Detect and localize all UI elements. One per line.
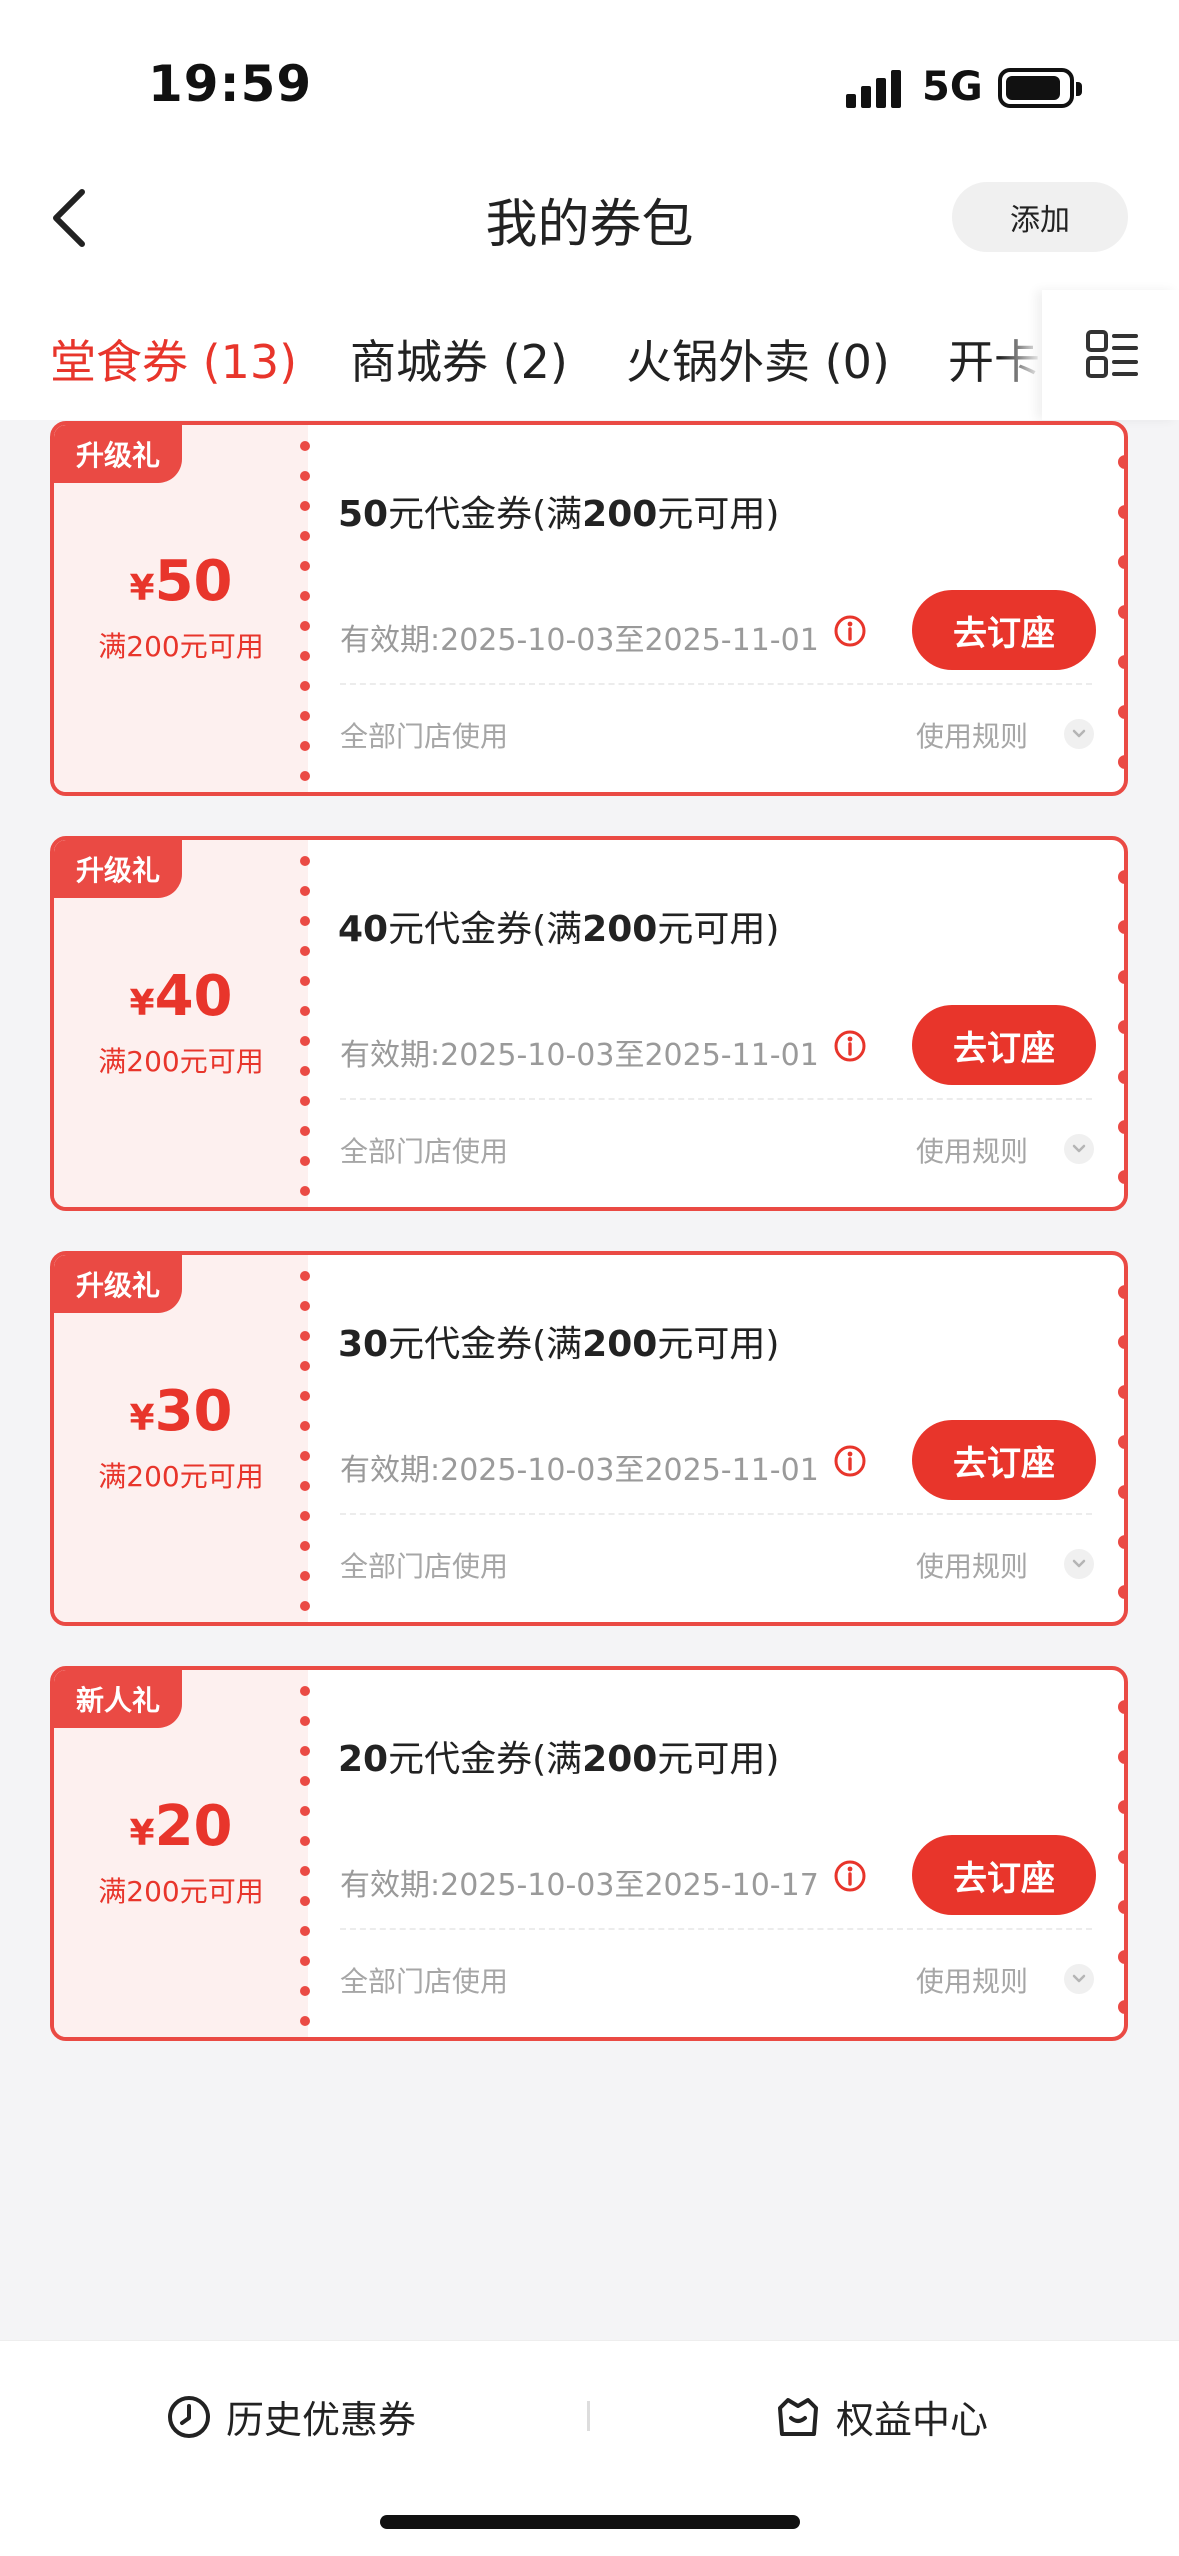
tab-dine-in[interactable]: 堂食券 (13): [50, 326, 297, 392]
coupon-title: 30元代金券(满200元可用): [338, 1324, 780, 1365]
chevron-down-icon[interactable]: [1064, 1964, 1094, 1994]
coupon-amount: ¥50: [129, 549, 233, 614]
chevron-down-icon[interactable]: [1064, 719, 1094, 749]
grid-menu-icon: [1086, 330, 1138, 378]
scallop-edge: [1118, 1670, 1124, 2037]
coupon-store-scope: 全部门店使用: [340, 1550, 509, 1583]
coupon-list-viewport[interactable]: ¥10满200元可用有效期:2025-10-01至2025-10-31去订座全部…: [0, 420, 1179, 2340]
scallop-edge: [1118, 425, 1124, 792]
coupon-validity: 有效期:2025-10-03至2025-10-17: [340, 1868, 819, 1903]
status-time: 19:59: [148, 55, 313, 113]
coupon-card[interactable]: 升级礼 ¥50 满200元可用 50元代金券(满200元可用) 有效期:2025-10-…: [50, 421, 1128, 796]
coupon-condition: 满200元可用: [98, 1460, 264, 1493]
perforation-divider: [298, 1670, 312, 2037]
history-coupons-link[interactable]: 历史优惠券: [166, 2389, 416, 2444]
shopping-bag-icon: [778, 2397, 818, 2436]
coupon-card[interactable]: 新人礼 ¥20 满200元可用 20元代金券(满200元可用) 有效期:2025-10-…: [50, 1666, 1128, 2041]
clock-icon: [168, 2395, 210, 2438]
bottom-divider: [587, 2401, 590, 2431]
usage-rules-link[interactable]: 使用规则: [916, 1960, 1028, 2000]
coupon-divider: [340, 683, 1092, 685]
coupon-store-scope: 全部门店使用: [340, 1965, 509, 1998]
coupon-condition: 满200元可用: [98, 1875, 264, 1908]
info-icon[interactable]: [832, 1028, 868, 1064]
book-seat-button[interactable]: 去订座: [912, 1420, 1096, 1500]
chevron-down-icon[interactable]: [1064, 1134, 1094, 1164]
coupon-badge: 升级礼: [54, 1255, 183, 1313]
perforation-divider: [298, 840, 312, 1207]
tab-mall[interactable]: 商城券 (2): [350, 326, 568, 392]
coupon-badge: 新人礼: [54, 1670, 183, 1728]
home-indicator: [380, 2515, 800, 2529]
coupon-condition: 满200元可用: [98, 1045, 264, 1078]
battery-icon: [998, 68, 1082, 108]
coupon-card[interactable]: 升级礼 ¥40 满200元可用 40元代金券(满200元可用) 有效期:2025-10-…: [50, 836, 1128, 1211]
book-seat-button[interactable]: 去订座: [912, 590, 1096, 670]
coupon-title: 40元代金券(满200元可用): [338, 909, 780, 950]
network-label: 5G: [922, 64, 983, 110]
benefits-center-link[interactable]: 权益中心: [774, 2389, 988, 2444]
benefits-center-label: 权益中心: [836, 2398, 989, 2442]
book-seat-button[interactable]: 去订座: [912, 1835, 1096, 1915]
coupon-amount-panel: 升级礼 ¥40 满200元可用: [54, 840, 308, 1207]
usage-rules-link[interactable]: 使用规则: [916, 1545, 1028, 1585]
coupon-divider: [340, 1928, 1092, 1930]
tab-bar: 堂食券 (13) 商城券 (2) 火锅外卖 (0) 开卡礼: [0, 290, 1179, 420]
perforation-divider: [298, 425, 312, 792]
coupon-validity: 有效期:2025-10-03至2025-11-01: [340, 623, 819, 658]
nav-bar: 我的券包 添加: [0, 160, 1179, 290]
coupon-amount-panel: 升级礼 ¥30 满200元可用: [54, 1255, 308, 1622]
coupon-validity: 有效期:2025-10-03至2025-11-01: [340, 1453, 819, 1488]
info-icon[interactable]: [832, 1858, 868, 1894]
history-coupons-label: 历史优惠券: [226, 2398, 417, 2442]
coupon-divider: [340, 1513, 1092, 1515]
coupon-amount: ¥20: [129, 1794, 233, 1859]
coupon-badge: 升级礼: [54, 425, 183, 483]
info-icon[interactable]: [832, 1443, 868, 1479]
coupon-title: 50元代金券(满200元可用): [338, 494, 780, 535]
scallop-edge: [1118, 1255, 1124, 1622]
coupon-condition: 满200元可用: [98, 630, 264, 663]
status-bar: 19:59 5G: [0, 0, 1179, 160]
scallop-edge: [1118, 840, 1124, 1207]
signal-icon: [846, 68, 904, 108]
book-seat-button[interactable]: 去订座: [912, 1005, 1096, 1085]
coupon-amount-panel: 升级礼 ¥50 满200元可用: [54, 425, 308, 792]
coupon-card[interactable]: 升级礼 ¥30 满200元可用 30元代金券(满200元可用) 有效期:2025-10-…: [50, 1251, 1128, 1626]
coupon-store-scope: 全部门店使用: [340, 1135, 509, 1168]
coupon-amount: ¥30: [129, 1379, 233, 1444]
coupon-title: 20元代金券(满200元可用): [338, 1739, 780, 1780]
coupon-badge: 升级礼: [54, 840, 183, 898]
add-button[interactable]: 添加: [952, 182, 1128, 252]
coupon-amount: ¥40: [129, 964, 233, 1029]
tab-hotpot-delivery[interactable]: 火锅外卖 (0): [626, 326, 890, 392]
chevron-down-icon[interactable]: [1064, 1549, 1094, 1579]
info-icon[interactable]: [832, 613, 868, 649]
coupon-store-scope: 全部门店使用: [340, 720, 509, 753]
perforation-divider: [298, 1255, 312, 1622]
usage-rules-link[interactable]: 使用规则: [916, 715, 1028, 755]
usage-rules-link[interactable]: 使用规则: [916, 1130, 1028, 1170]
coupon-validity: 有效期:2025-10-03至2025-11-01: [340, 1038, 819, 1073]
coupon-divider: [340, 1098, 1092, 1100]
tab-more-button[interactable]: [1042, 290, 1179, 420]
coupon-amount-panel: 新人礼 ¥20 满200元可用: [54, 1670, 308, 2037]
